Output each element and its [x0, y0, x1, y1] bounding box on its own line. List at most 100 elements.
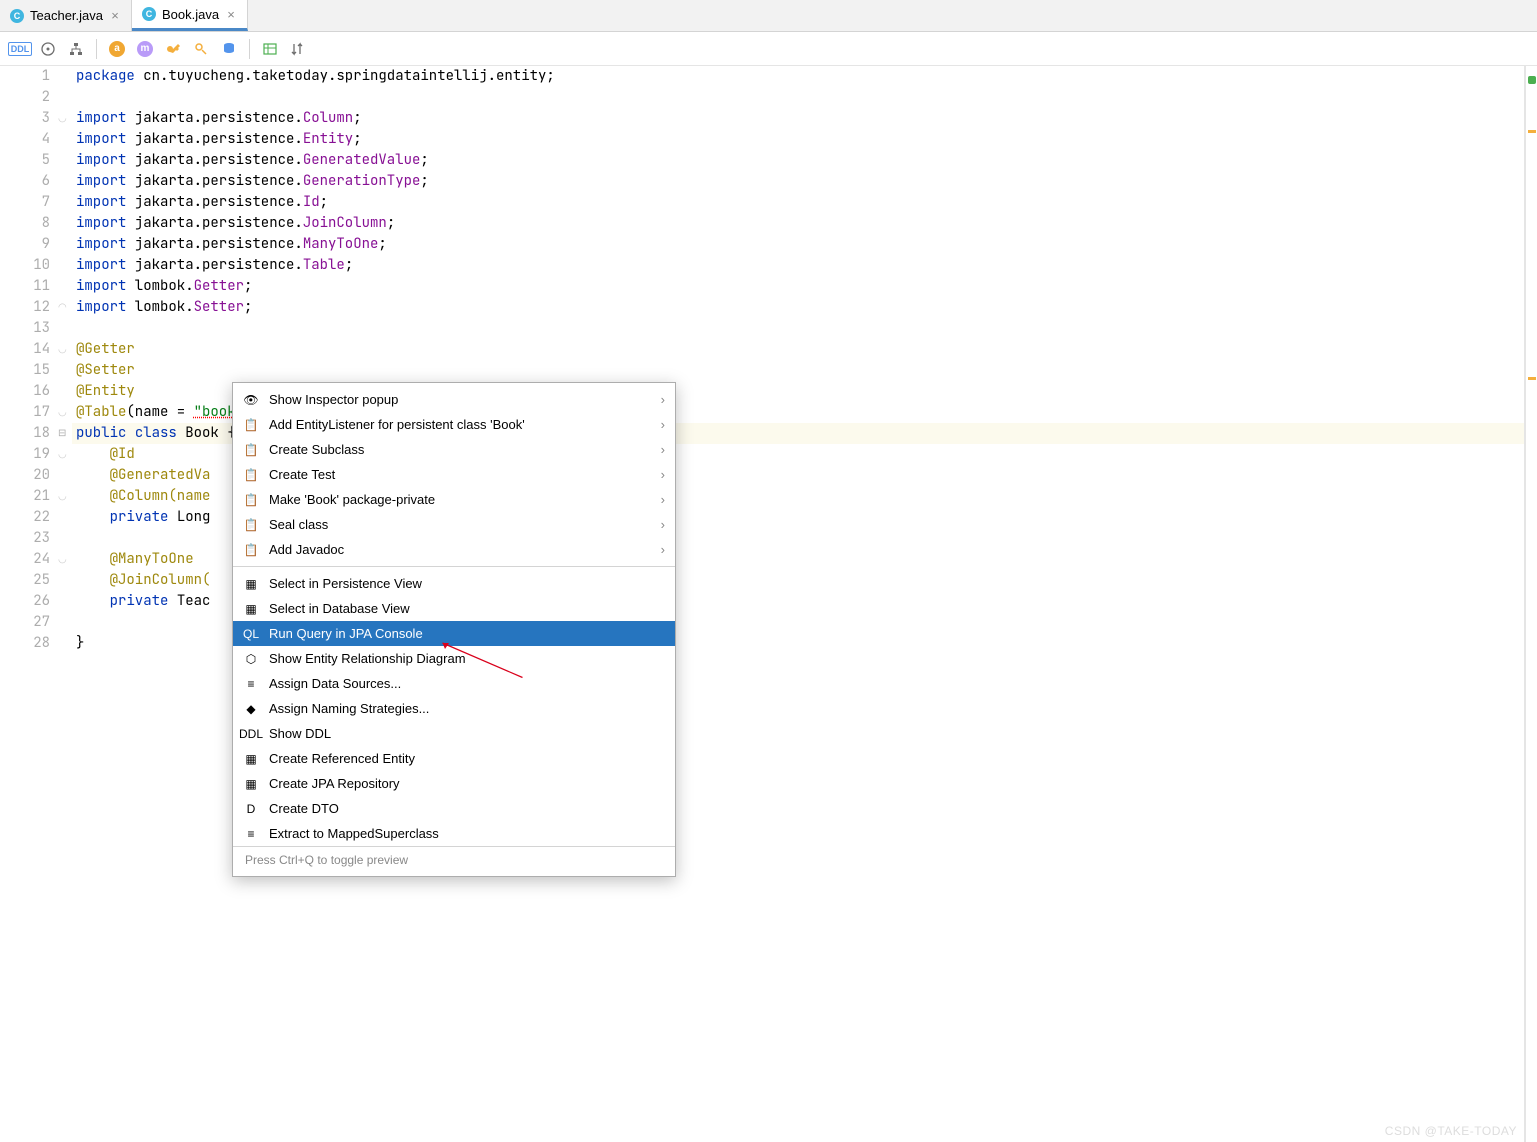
menu-item-label: Create Referenced Entity [269, 751, 415, 766]
database-button[interactable] [217, 37, 241, 61]
code-line[interactable]: import jakarta.persistence.GeneratedValu… [72, 150, 1524, 171]
code-line[interactable]: @Setter [72, 360, 1524, 381]
fold-marker[interactable] [58, 449, 68, 459]
menu-item-icon: 📋 [243, 492, 259, 508]
menu-item[interactable]: ▦ Create Referenced Entity [233, 746, 675, 771]
code-line[interactable]: import jakarta.persistence.Table; [72, 255, 1524, 276]
menu-item-label: Add Javadoc [269, 542, 344, 557]
line-number: 15 [0, 360, 50, 381]
code-editor[interactable]: 1234567891011121314151617181920212223242… [0, 66, 1537, 1142]
fold-marker[interactable] [58, 554, 68, 564]
code-line[interactable]: import jakarta.persistence.GenerationTyp… [72, 171, 1524, 192]
line-number: 28 [0, 633, 50, 654]
fold-marker[interactable] [58, 344, 68, 354]
menu-item[interactable]: 📋Add EntityListener for persistent class… [233, 412, 675, 437]
warn-marker [1528, 377, 1536, 380]
menu-item[interactable]: DCreate DTO [233, 796, 675, 821]
code-line[interactable]: import jakarta.persistence.JoinColumn; [72, 213, 1524, 234]
menu-item-icon: ▦ [243, 751, 259, 767]
code-line[interactable]: import lombok.Setter; [72, 297, 1524, 318]
ok-marker [1528, 76, 1536, 84]
class-icon: C [142, 7, 156, 21]
menu-item[interactable]: ◆Assign Naming Strategies... [233, 696, 675, 721]
code-line[interactable] [72, 87, 1524, 108]
line-number: 19 [0, 444, 50, 465]
fold-marker[interactable] [58, 428, 68, 438]
error-stripe[interactable] [1525, 66, 1537, 1142]
separator [249, 39, 250, 59]
code-line[interactable]: import jakarta.persistence.Entity; [72, 129, 1524, 150]
line-number: 9 [0, 234, 50, 255]
menu-separator [233, 566, 675, 567]
menu-item[interactable]: ▦Select in Database View [233, 596, 675, 621]
code-line[interactable]: import lombok.Getter; [72, 276, 1524, 297]
line-number: 17 [0, 402, 50, 423]
menu-item-icon: DDL [243, 726, 259, 742]
line-number: 18 [0, 423, 50, 444]
menu-item-icon: ⬡ [243, 651, 259, 667]
search-key-button[interactable] [189, 37, 213, 61]
menu-item[interactable]: 📋Create Subclass› [233, 437, 675, 462]
line-number: 5 [0, 150, 50, 171]
table-button[interactable] [258, 37, 282, 61]
fold-gutter[interactable] [58, 66, 72, 1142]
tab-label: Book.java [162, 7, 219, 22]
line-number: 16 [0, 381, 50, 402]
menu-item-label: Show Inspector popup [269, 392, 398, 407]
tab-book[interactable]: C Book.java × [132, 0, 248, 31]
line-number: 22 [0, 507, 50, 528]
target-button[interactable] [36, 37, 60, 61]
menu-item[interactable]: 📋Add Javadoc› [233, 537, 675, 562]
menu-item[interactable]: ▦Select in Persistence View [233, 571, 675, 596]
code-line[interactable]: import jakarta.persistence.ManyToOne; [72, 234, 1524, 255]
menu-item-label: Assign Naming Strategies... [269, 701, 429, 716]
method-button[interactable]: m [133, 37, 157, 61]
line-number: 26 [0, 591, 50, 612]
menu-item[interactable]: QLRun Query in JPA Console [233, 621, 675, 646]
menu-item-icon: ≡ [243, 826, 259, 842]
hierarchy-button[interactable] [64, 37, 88, 61]
code-line[interactable] [72, 318, 1524, 339]
code-line[interactable]: import jakarta.persistence.Column; [72, 108, 1524, 129]
menu-item[interactable]: ≡Assign Data Sources... [233, 671, 675, 696]
menu-item[interactable]: 📋Seal class› [233, 512, 675, 537]
line-number: 24 [0, 549, 50, 570]
key-button[interactable] [161, 37, 185, 61]
menu-item-icon: ▦ [243, 601, 259, 617]
menu-item-label: Create DTO [269, 801, 339, 816]
attribute-button[interactable]: a [105, 37, 129, 61]
code-line[interactable]: import jakarta.persistence.Id; [72, 192, 1524, 213]
fold-marker[interactable] [58, 491, 68, 501]
fold-marker[interactable] [58, 302, 68, 312]
line-number: 7 [0, 192, 50, 213]
menu-item-icon: ▦ [243, 576, 259, 592]
menu-item[interactable]: ⬡Show Entity Relationship Diagram [233, 646, 675, 671]
line-number: 10 [0, 255, 50, 276]
menu-item-label: Make 'Book' package-private [269, 492, 435, 507]
line-number: 20 [0, 465, 50, 486]
submenu-arrow-icon: › [661, 542, 665, 557]
fold-marker[interactable] [58, 407, 68, 417]
menu-item-icon: ▦ [243, 776, 259, 792]
sort-button[interactable] [286, 37, 310, 61]
line-number: 13 [0, 318, 50, 339]
jpa-toolbar: DDL a m [0, 32, 1537, 66]
menu-item-icon: 📋 [243, 417, 259, 433]
code-line[interactable]: @Getter [72, 339, 1524, 360]
menu-item[interactable]: ≡Extract to MappedSuperclass [233, 821, 675, 846]
menu-item[interactable]: 👁Show Inspector popup› [233, 387, 675, 412]
close-icon[interactable]: × [225, 7, 237, 22]
menu-item[interactable]: DDLShow DDL [233, 721, 675, 746]
code-line[interactable]: package cn.tuyucheng.taketoday.springdat… [72, 66, 1524, 87]
intention-actions-menu: 👁 Show Inspector popup › 📋Add EntityListene… [232, 382, 676, 877]
tab-teacher[interactable]: C Teacher.java × [0, 0, 132, 31]
submenu-arrow-icon: › [661, 517, 665, 532]
menu-item[interactable]: ▦Create JPA Repository [233, 771, 675, 796]
menu-item[interactable]: 📋Make 'Book' package-private› [233, 487, 675, 512]
menu-item-icon: 👁 [243, 392, 259, 408]
fold-marker[interactable] [58, 113, 68, 123]
ddl-button[interactable]: DDL [8, 37, 32, 61]
menu-item[interactable]: 📋Create Test› [233, 462, 675, 487]
editor-tabs: C Teacher.java × C Book.java × [0, 0, 1537, 32]
close-icon[interactable]: × [109, 8, 121, 23]
